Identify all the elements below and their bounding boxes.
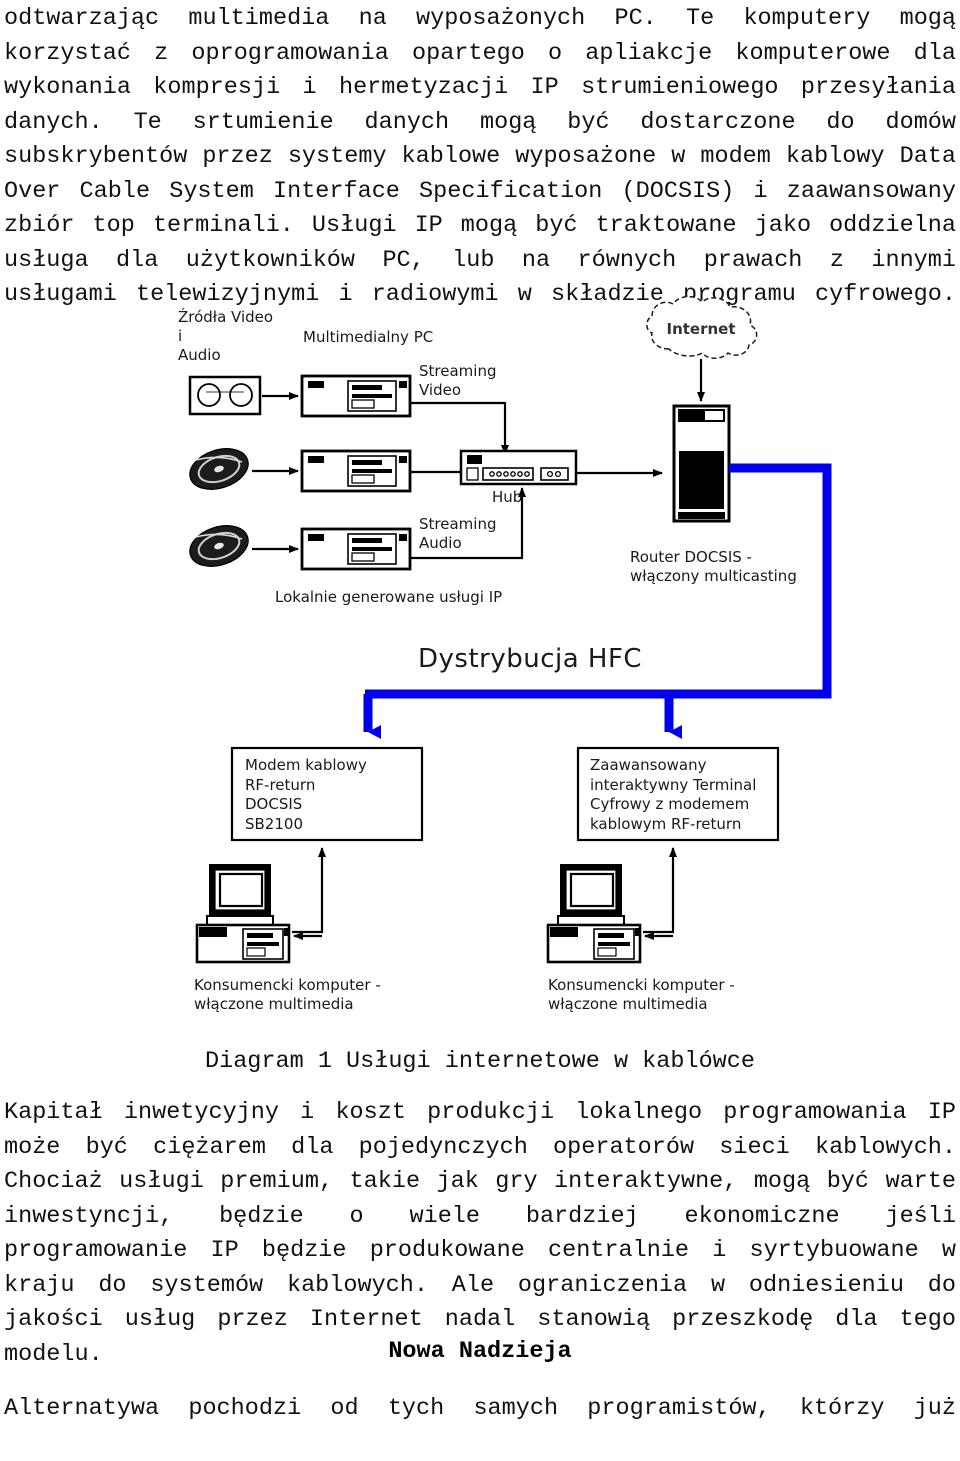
internet-cloud-icon: Internet <box>646 296 758 359</box>
video-audio-source-icon <box>188 375 262 416</box>
desktop-computer-icon <box>300 527 412 571</box>
desktop-computer-icon <box>300 374 412 418</box>
desktop-computer-icon <box>300 449 412 493</box>
label-multimedia-pc: Multimedialny PC <box>303 328 434 346</box>
label-advanced-terminal-box: Zaawansowany interaktywny Terminal Cyfro… <box>590 756 757 833</box>
label-local-ip-services: Lokalnie generowane usługi IP <box>275 588 503 606</box>
label-video-audio-sources: Źródła Video i Audio <box>178 308 274 364</box>
label-streaming-video: Streaming Video <box>419 362 497 399</box>
desktop-computer-icon <box>195 864 291 964</box>
paragraph-alternatywa: Alternatywa pochodzi od tych samych prog… <box>4 1395 956 1422</box>
figure-caption: Diagram 1 Usługi internetowe w kablówce <box>205 1048 755 1075</box>
figure-cable-internet-services-diagram: Internet Źródła Video i Audio Multimedia… <box>0 296 960 1046</box>
optical-disc-icon <box>189 525 249 567</box>
label-router-docsis: Router DOCSIS - włączony multicasting <box>630 548 797 585</box>
svg-text:Internet: Internet <box>666 320 735 338</box>
label-hfc-distribution: Dystrybucja HFC <box>418 644 643 674</box>
desktop-computer-icon <box>546 864 642 964</box>
server-tower-icon <box>672 404 731 523</box>
label-streaming-audio: Streaming Audio <box>419 515 497 552</box>
label-hub: Hub <box>492 488 523 506</box>
network-hub-icon <box>459 449 578 486</box>
label-consumer-pc-left: Konsumencki komputer - włączone multimed… <box>194 976 381 1013</box>
optical-disc-icon <box>189 448 249 490</box>
document-page: odtwarzając multimedia na wyposażonych P… <box>0 0 960 1425</box>
label-cable-modem-box: Modem kablowy RF-return DOCSIS SB2100 <box>245 756 367 833</box>
label-consumer-pc-right: Konsumencki komputer - włączone multimed… <box>548 976 735 1013</box>
section-heading-nowa-nadzieja: Nowa Nadzieja <box>388 1338 572 1365</box>
